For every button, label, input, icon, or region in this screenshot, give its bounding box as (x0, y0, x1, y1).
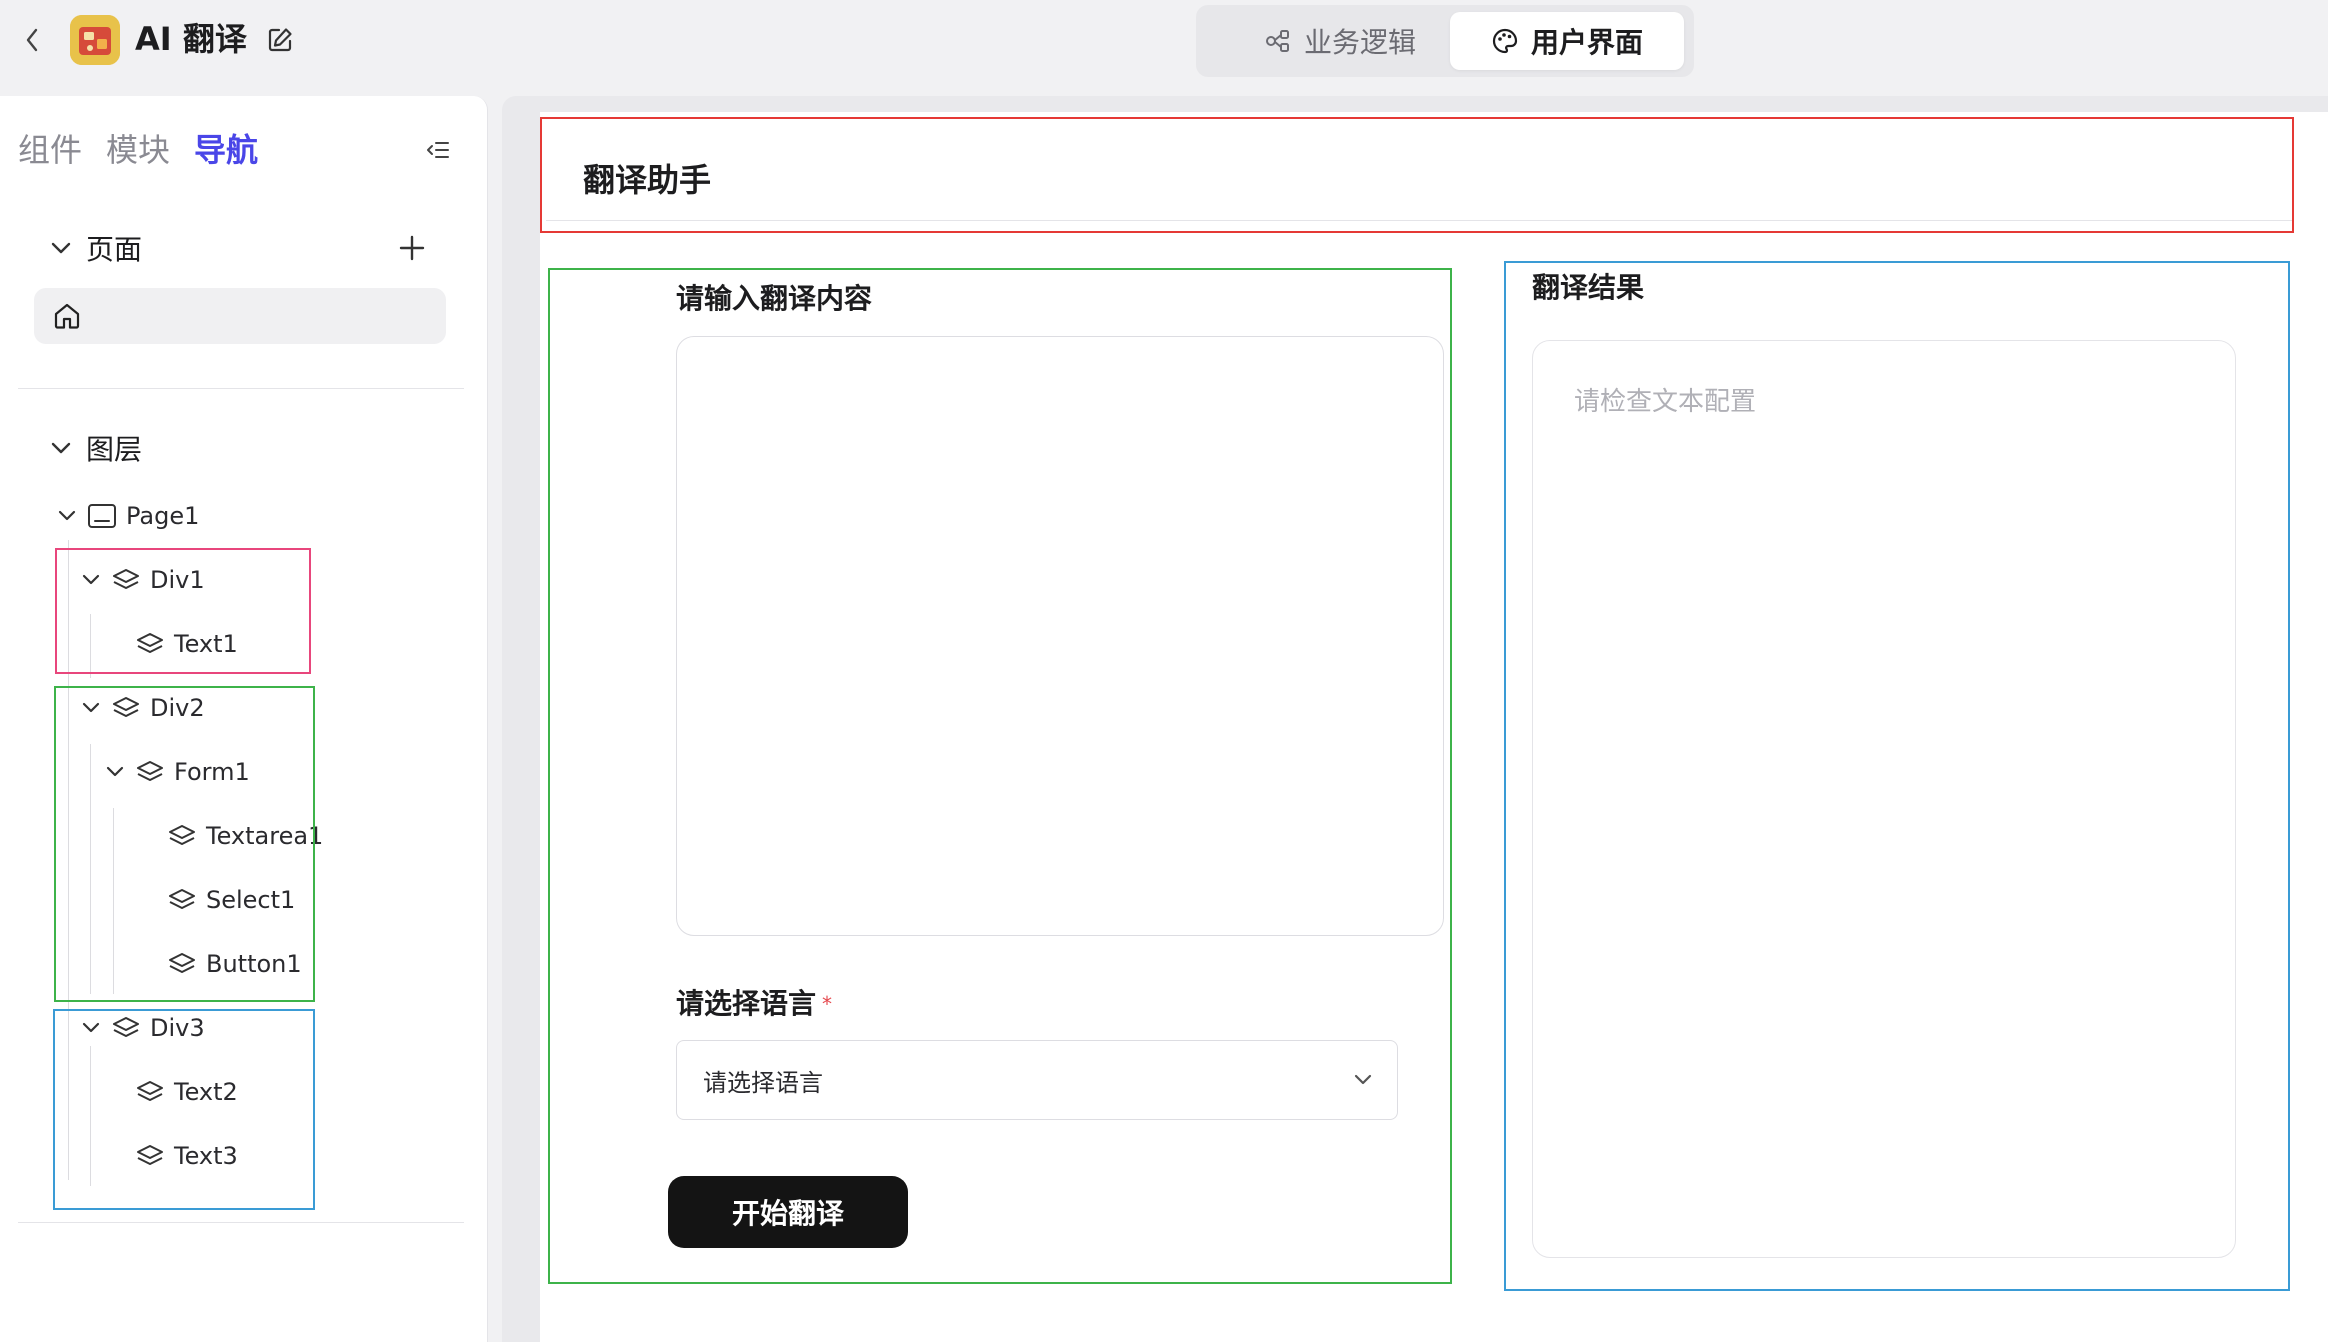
layer-label: Textarea1 (206, 822, 324, 850)
tree-guide (90, 744, 91, 994)
chevron-left-icon (24, 27, 40, 53)
layer-text1[interactable]: Text1 (130, 626, 238, 662)
layer-div3[interactable]: Div3 (76, 1010, 205, 1046)
tab-business-logic-label: 业务逻辑 (1303, 26, 1416, 59)
header-divider (546, 220, 2294, 221)
layer-label: Button1 (206, 950, 302, 978)
tab-components[interactable]: 组件 (18, 130, 82, 170)
result-title: 翻译结果 (1532, 271, 1645, 304)
chevron-down-icon (100, 754, 130, 790)
layer-label: Text1 (174, 630, 238, 658)
edit-app-button[interactable] (254, 20, 306, 60)
top-bar: AI 翻译 业务逻辑 用户界面 (0, 0, 2328, 96)
pages-section-toggle[interactable]: 页面 (50, 228, 142, 268)
layer-label: Form1 (174, 758, 250, 786)
layer-label: Select1 (206, 886, 296, 914)
layer-label: Text2 (174, 1078, 238, 1106)
layer-label: Page1 (126, 502, 200, 530)
layer-label: Text3 (174, 1142, 238, 1170)
layers-icon (130, 754, 170, 790)
layers-icon (162, 882, 202, 918)
palette-icon (1491, 27, 1519, 55)
chevron-down-icon (50, 441, 72, 455)
chevron-down-icon (76, 562, 106, 598)
layer-div2[interactable]: Div2 (76, 690, 205, 726)
select-label-text: 请选择语言 (676, 987, 817, 1020)
textarea-label: 请输入翻译内容 (676, 282, 873, 315)
tree-guide (90, 1046, 91, 1186)
flow-icon (1264, 27, 1292, 55)
layers-icon (162, 946, 202, 982)
left-panel (0, 96, 488, 1342)
select-label: 请选择语言 * (676, 986, 832, 1022)
layers-icon (162, 818, 202, 854)
layer-text2[interactable]: Text2 (130, 1074, 238, 1110)
chevron-down-icon (1353, 1074, 1373, 1086)
layer-div1[interactable]: Div1 (76, 562, 205, 598)
pages-section-title: 页面 (86, 233, 143, 266)
layer-textarea1[interactable]: Textarea1 (162, 818, 323, 854)
home-icon (52, 301, 82, 331)
tree-guide (68, 540, 69, 1180)
layer-text3[interactable]: Text3 (130, 1138, 238, 1174)
chevron-down-icon (50, 241, 72, 255)
layers-icon (130, 1138, 170, 1174)
screen-icon (82, 498, 122, 534)
required-mark: * (822, 992, 833, 1016)
tab-business-logic[interactable]: 业务逻辑 (1220, 12, 1460, 70)
layers-section-title: 图层 (86, 433, 143, 466)
layer-button1[interactable]: Button1 (162, 946, 302, 982)
translate-input[interactable] (676, 336, 1444, 936)
result-output-box (1532, 340, 2236, 1258)
tree-guide (90, 614, 91, 678)
tab-modules[interactable]: 模块 (106, 130, 170, 170)
section-divider (18, 388, 464, 389)
layer-label: Div3 (150, 1014, 205, 1042)
edit-icon (266, 26, 294, 54)
layers-icon (106, 690, 146, 726)
chevron-down-icon (76, 1010, 106, 1046)
layers-icon (130, 626, 170, 662)
page-item-home[interactable] (34, 288, 446, 344)
chevron-down-icon (76, 690, 106, 726)
layer-form1[interactable]: Form1 (100, 754, 250, 790)
app-title: AI 翻译 (135, 20, 247, 58)
app-logo-icon (70, 15, 120, 65)
collapse-panel-icon (426, 139, 450, 161)
layer-page1[interactable]: Page1 (52, 498, 199, 534)
result-placeholder: 请检查文本配置 (1574, 387, 1757, 417)
collapse-panel-button[interactable] (422, 134, 454, 166)
layers-section-toggle[interactable]: 图层 (50, 428, 142, 468)
tree-guide (113, 808, 114, 994)
section-divider (18, 1222, 464, 1223)
layers-icon (106, 1010, 146, 1046)
mode-switch: 业务逻辑 用户界面 (1196, 5, 1694, 77)
layers-icon (106, 562, 146, 598)
add-page-button[interactable] (394, 230, 430, 266)
tab-user-interface[interactable]: 用户界面 (1450, 12, 1684, 70)
layer-label: Div1 (150, 566, 205, 594)
language-select[interactable]: 请选择语言 (676, 1040, 1398, 1120)
language-select-value: 请选择语言 (703, 1068, 823, 1097)
layers-icon (130, 1074, 170, 1110)
tab-user-interface-label: 用户界面 (1530, 26, 1643, 59)
plus-icon (399, 235, 425, 261)
tab-navigation[interactable]: 导航 (194, 130, 258, 170)
start-translate-button[interactable]: 开始翻译 (668, 1176, 908, 1248)
layer-select1[interactable]: Select1 (162, 882, 295, 918)
layer-label: Div2 (150, 694, 205, 722)
app-logo (70, 15, 120, 65)
chevron-down-icon (52, 498, 82, 534)
page-heading: 翻译助手 (583, 161, 712, 199)
back-button[interactable] (18, 22, 46, 58)
